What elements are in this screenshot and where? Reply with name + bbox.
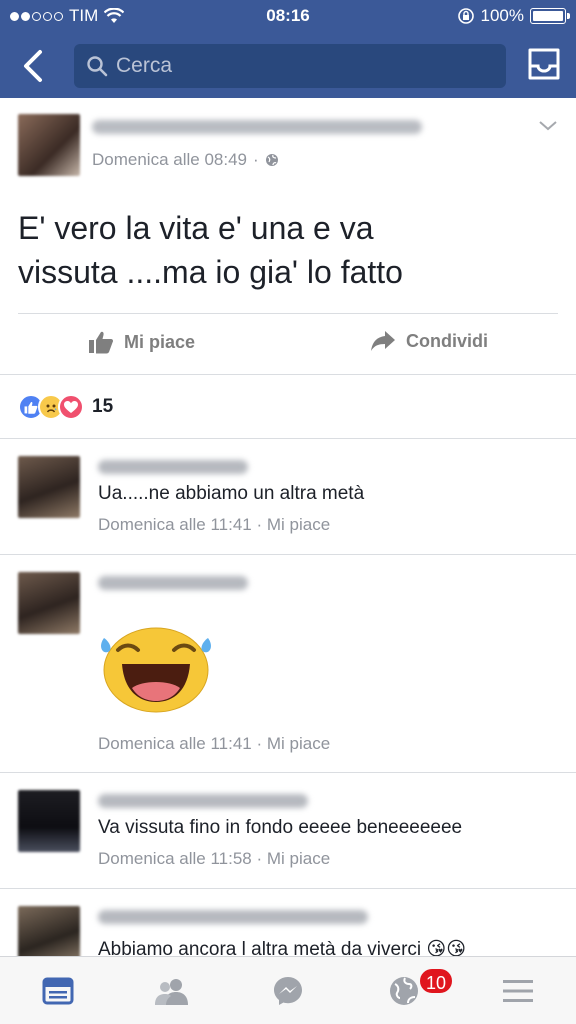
search-icon (87, 56, 108, 77)
avatar[interactable] (18, 790, 80, 852)
tab-menu[interactable] (498, 971, 538, 1011)
search-input[interactable] (116, 54, 476, 78)
avatar[interactable] (18, 456, 80, 518)
tab-news-feed[interactable] (38, 971, 78, 1011)
comment-meta: Domenica alle 11:41 · Mi piace (98, 734, 331, 753)
comment-like-link[interactable]: Mi piace (267, 849, 330, 868)
status-bar: TIM 08:16 100% (0, 0, 576, 32)
post-time-text: Domenica alle 08:49 (92, 150, 247, 169)
comment-like-link[interactable]: Mi piace (267, 515, 330, 534)
battery-icon (530, 8, 570, 24)
share-button[interactable]: Condividi (370, 330, 488, 352)
comment-author-blurred[interactable] (98, 794, 308, 808)
comment-meta: Domenica alle 11:41 · Mi piace (98, 515, 331, 534)
love-reaction-icon (58, 394, 84, 420)
rotation-lock-icon (457, 8, 474, 24)
comment-like-link[interactable]: Mi piace (267, 734, 330, 753)
notifications-icon (390, 977, 418, 1005)
comment-meta: Domenica alle 11:58 · Mi piace (98, 849, 331, 868)
avatar[interactable] (18, 906, 80, 956)
comment-time[interactable]: Domenica alle 11:58 (98, 849, 252, 868)
search-bar[interactable] (74, 44, 506, 88)
divider (0, 554, 576, 555)
comment-time[interactable]: Domenica alle 11:41 (98, 734, 252, 753)
tab-friends[interactable] (152, 971, 192, 1011)
reactions-summary[interactable]: 15 (18, 394, 113, 420)
top-bar: TIM 08:16 100% (0, 0, 576, 98)
like-label: Mi piace (124, 331, 196, 352)
inbox-icon[interactable] (526, 46, 562, 82)
friends-icon (155, 979, 188, 1005)
author-name-blurred[interactable] (92, 120, 422, 134)
divider (0, 374, 576, 375)
avatar[interactable] (18, 114, 80, 176)
comment-text: Ua.....ne abbiamo un altra metà (98, 483, 365, 504)
post-text-line: E' vero la vita e' una e va (18, 210, 374, 246)
like-button[interactable]: Mi piace (88, 330, 195, 354)
comment-text: Va vissuta fino in fondo eeeee beneeeeee… (98, 817, 463, 838)
comment-text: Abbiamo ancora l altra metà da viverci 😘… (98, 939, 467, 956)
menu-icon (503, 980, 533, 1002)
tab-messenger[interactable] (268, 971, 308, 1011)
avatar[interactable] (18, 572, 80, 634)
comment-time[interactable]: Domenica alle 11:41 (98, 515, 252, 534)
battery-info: 100% (457, 6, 570, 26)
messenger-icon (274, 977, 302, 1005)
like-icon (89, 331, 113, 354)
divider (0, 438, 576, 439)
share-icon (371, 331, 395, 351)
comment: Abbiamo ancora l altra metà da viverci 😘… (0, 888, 576, 956)
post-actions: Mi piace Condividi (0, 316, 576, 374)
post-text-line: vissuta ....ma io gia' lo fatto (18, 254, 403, 290)
news-feed-icon (42, 977, 74, 1005)
divider (0, 772, 576, 773)
share-label: Condividi (406, 330, 488, 351)
comment-author-blurred[interactable] (98, 576, 248, 590)
reactions-count: 15 (92, 396, 114, 417)
post-timestamp[interactable]: Domenica alle 08:49 · (92, 150, 279, 170)
bottom-tab-bar: 10 (0, 956, 576, 1024)
post-header: Domenica alle 08:49 · (0, 98, 576, 188)
comment-author-blurred[interactable] (98, 460, 248, 474)
divider (18, 313, 558, 314)
back-icon[interactable] (18, 46, 50, 86)
notifications-badge: 10 (418, 967, 455, 995)
globe-icon (265, 154, 278, 166)
comment-author-blurred[interactable] (98, 910, 368, 924)
laughing-sticker (101, 627, 211, 713)
chevron-down-icon[interactable] (537, 118, 559, 134)
post-text: E' vero la vita e' una e va vissuta ....… (18, 206, 538, 294)
battery-percent: 100% (480, 6, 524, 25)
